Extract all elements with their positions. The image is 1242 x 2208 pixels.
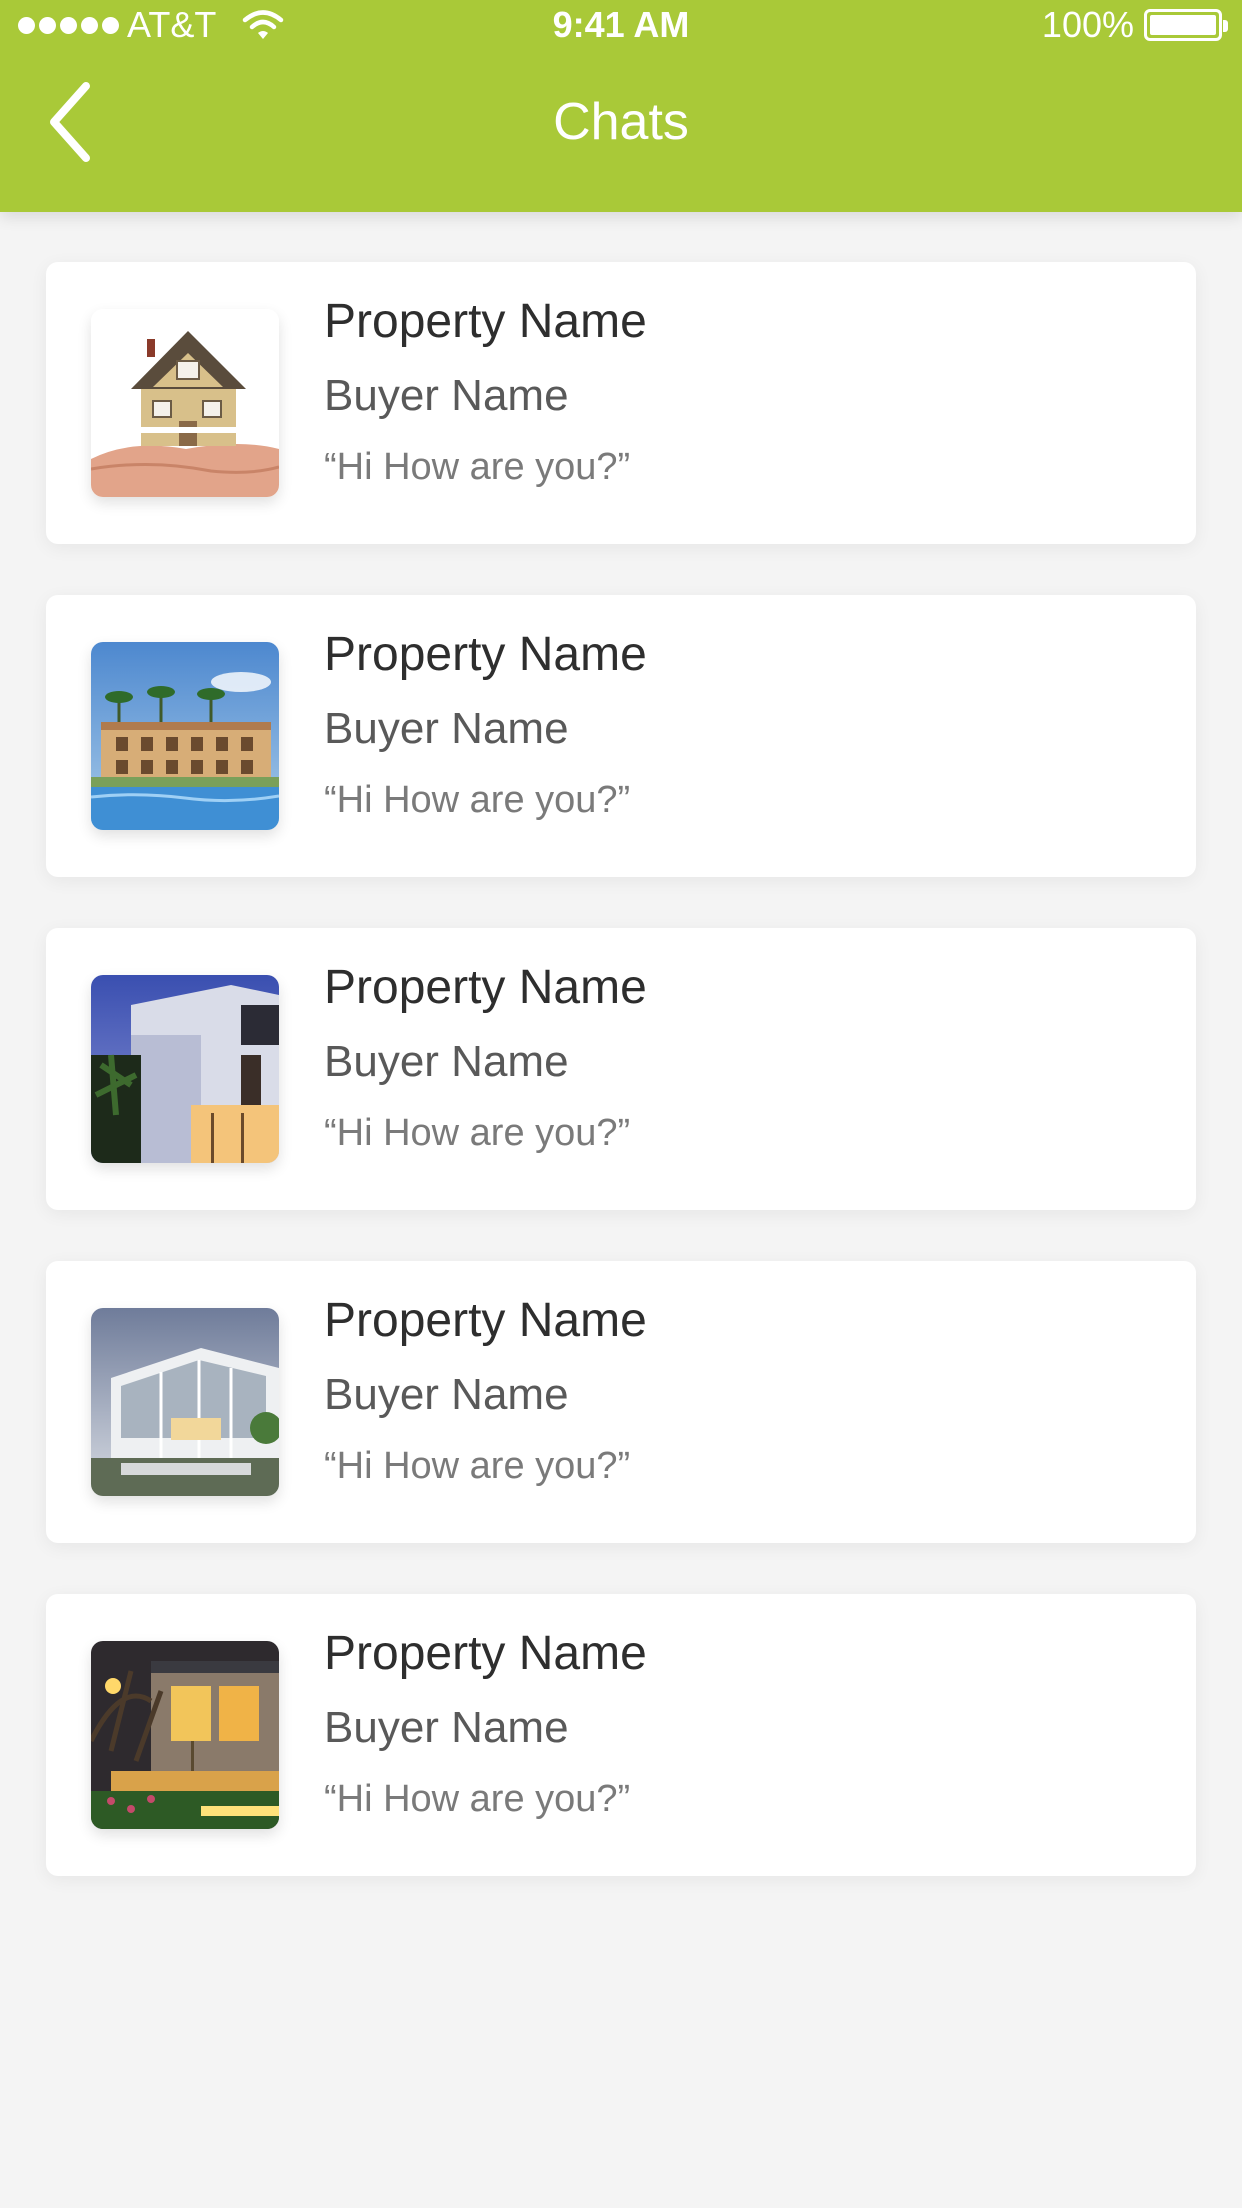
page-title: Chats xyxy=(553,93,689,151)
buyer-name: Buyer Name xyxy=(324,371,569,420)
chat-list-item[interactable]: Property Name Buyer Name “Hi How are you… xyxy=(46,595,1196,877)
last-message: “Hi How are you?” xyxy=(324,779,631,821)
last-message: “Hi How are you?” xyxy=(324,1445,631,1487)
property-thumbnail xyxy=(91,309,279,497)
status-bar: AT&T 9:41 AM 100% xyxy=(0,0,1242,50)
property-thumbnail xyxy=(91,1308,279,1496)
buyer-name: Buyer Name xyxy=(324,1037,569,1086)
chat-list-item[interactable]: Property Name Buyer Name “Hi How are you… xyxy=(46,928,1196,1210)
battery-percent: 100% xyxy=(1041,4,1134,45)
property-thumbnail xyxy=(91,642,279,830)
last-message: “Hi How are you?” xyxy=(324,1778,631,1820)
chat-list-item[interactable]: Property Name Buyer Name “Hi How are you… xyxy=(46,1261,1196,1543)
status-right: 100% xyxy=(1041,4,1228,46)
last-message: “Hi How are you?” xyxy=(324,446,631,488)
last-message: “Hi How are you?” xyxy=(324,1112,631,1154)
property-name: Property Name xyxy=(324,961,647,1014)
buyer-name: Buyer Name xyxy=(324,704,569,753)
battery-icon xyxy=(1144,9,1228,41)
property-thumbnail xyxy=(91,975,279,1163)
chat-list-item[interactable]: Property Name Buyer Name “Hi How are you… xyxy=(46,1594,1196,1876)
property-thumbnail xyxy=(91,1641,279,1829)
nav-header: AT&T 9:41 AM 100% Chats xyxy=(0,0,1242,212)
buyer-name: Buyer Name xyxy=(324,1370,569,1419)
chat-list: Property Name Buyer Name “Hi How are you… xyxy=(46,262,1196,1927)
property-name: Property Name xyxy=(324,628,647,681)
property-name: Property Name xyxy=(324,1627,647,1680)
chat-list-item[interactable]: Property Name Buyer Name “Hi How are you… xyxy=(46,262,1196,544)
property-name: Property Name xyxy=(324,295,647,348)
buyer-name: Buyer Name xyxy=(324,1703,569,1752)
property-name: Property Name xyxy=(324,1294,647,1347)
